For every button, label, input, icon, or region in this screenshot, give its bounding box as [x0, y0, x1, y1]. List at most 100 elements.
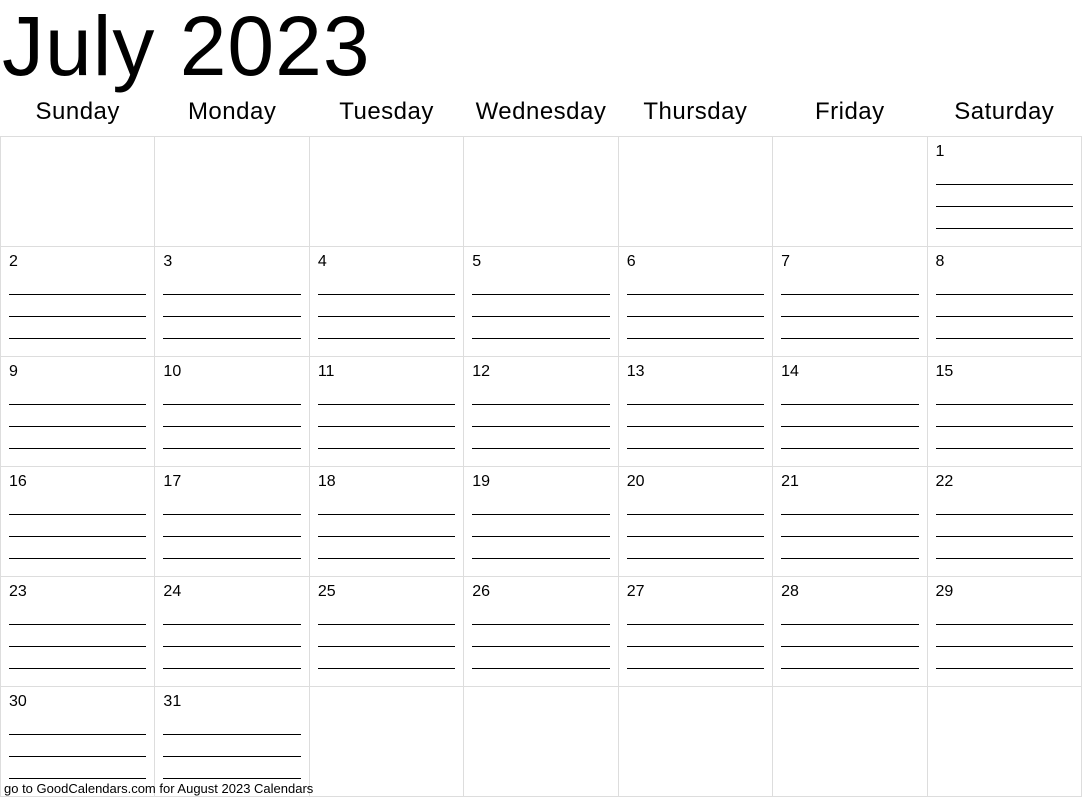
day-number: 10 — [163, 363, 300, 381]
writing-lines — [781, 273, 918, 339]
writing-lines — [318, 273, 455, 339]
calendar-week-row: 1 — [1, 137, 1082, 247]
day-number: 22 — [936, 473, 1073, 491]
calendar-day-cell: 26 — [464, 577, 618, 687]
weekday-header: Friday — [773, 92, 927, 137]
calendar-day-cell: 13 — [618, 357, 772, 467]
writing-lines — [163, 383, 300, 449]
day-number: 4 — [318, 253, 455, 271]
calendar-day-cell: 15 — [927, 357, 1081, 467]
writing-lines — [472, 273, 609, 339]
writing-lines — [936, 383, 1073, 449]
calendar-day-cell: 2 — [1, 247, 155, 357]
calendar-day-cell: 22 — [927, 467, 1081, 577]
writing-lines — [318, 493, 455, 559]
calendar-day-cell — [464, 137, 618, 247]
day-number: 20 — [627, 473, 764, 491]
calendar-day-cell: 17 — [155, 467, 309, 577]
writing-lines — [936, 493, 1073, 559]
calendar-day-cell: 3 — [155, 247, 309, 357]
writing-lines — [472, 603, 609, 669]
day-number: 17 — [163, 473, 300, 491]
day-number: 13 — [627, 363, 764, 381]
writing-lines — [627, 603, 764, 669]
calendar-day-cell: 19 — [464, 467, 618, 577]
calendar-day-cell: 24 — [155, 577, 309, 687]
day-number: 28 — [781, 583, 918, 601]
weekday-header: Sunday — [1, 92, 155, 137]
writing-lines — [936, 273, 1073, 339]
day-number: 23 — [9, 583, 146, 601]
writing-lines — [627, 493, 764, 559]
weekday-header: Wednesday — [464, 92, 618, 137]
calendar-day-cell: 14 — [773, 357, 927, 467]
calendar-day-cell — [155, 137, 309, 247]
day-number: 27 — [627, 583, 764, 601]
writing-lines — [627, 273, 764, 339]
day-number: 30 — [9, 693, 146, 711]
calendar-day-cell: 16 — [1, 467, 155, 577]
weekday-header-row: Sunday Monday Tuesday Wednesday Thursday… — [1, 92, 1082, 137]
calendar-week-row: 23 24 25 26 27 28 29 — [1, 577, 1082, 687]
writing-lines — [9, 493, 146, 559]
writing-lines — [9, 603, 146, 669]
writing-lines — [163, 713, 300, 779]
calendar-day-cell: 9 — [1, 357, 155, 467]
writing-lines — [318, 383, 455, 449]
calendar-day-cell: 18 — [309, 467, 463, 577]
calendar-day-cell — [618, 137, 772, 247]
calendar-week-row: 9 10 11 12 13 14 15 — [1, 357, 1082, 467]
day-number: 12 — [472, 363, 609, 381]
calendar-body: 1234567891011121314151617181920212223242… — [1, 137, 1082, 797]
calendar-grid: Sunday Monday Tuesday Wednesday Thursday… — [0, 92, 1082, 797]
day-number: 5 — [472, 253, 609, 271]
writing-lines — [163, 273, 300, 339]
calendar-day-cell: 25 — [309, 577, 463, 687]
calendar-day-cell — [773, 687, 927, 797]
writing-lines — [936, 163, 1073, 229]
weekday-header: Tuesday — [309, 92, 463, 137]
writing-lines — [9, 713, 146, 779]
writing-lines — [627, 383, 764, 449]
day-number: 3 — [163, 253, 300, 271]
calendar-day-cell: 1 — [927, 137, 1081, 247]
calendar-week-row: 16 17 18 19 20 21 22 — [1, 467, 1082, 577]
calendar-day-cell: 8 — [927, 247, 1081, 357]
day-number: 19 — [472, 473, 609, 491]
writing-lines — [318, 603, 455, 669]
day-number: 24 — [163, 583, 300, 601]
calendar-day-cell: 11 — [309, 357, 463, 467]
day-number: 29 — [936, 583, 1073, 601]
weekday-header: Monday — [155, 92, 309, 137]
day-number: 25 — [318, 583, 455, 601]
writing-lines — [936, 603, 1073, 669]
calendar-day-cell: 20 — [618, 467, 772, 577]
calendar-day-cell: 28 — [773, 577, 927, 687]
writing-lines — [163, 603, 300, 669]
calendar-day-cell: 29 — [927, 577, 1081, 687]
calendar-title: July 2023 — [0, 0, 1082, 92]
calendar-day-cell — [309, 687, 463, 797]
day-number: 11 — [318, 363, 455, 381]
day-number: 2 — [9, 253, 146, 271]
calendar-week-row: 2345678 — [1, 247, 1082, 357]
footer-text: go to GoodCalendars.com for August 2023 … — [4, 781, 313, 796]
day-number: 7 — [781, 253, 918, 271]
calendar-day-cell — [618, 687, 772, 797]
day-number: 18 — [318, 473, 455, 491]
weekday-header: Thursday — [618, 92, 772, 137]
writing-lines — [781, 493, 918, 559]
day-number: 21 — [781, 473, 918, 491]
day-number: 1 — [936, 143, 1073, 161]
writing-lines — [781, 603, 918, 669]
calendar-day-cell: 6 — [618, 247, 772, 357]
day-number: 6 — [627, 253, 764, 271]
day-number: 15 — [936, 363, 1073, 381]
day-number: 31 — [163, 693, 300, 711]
day-number: 14 — [781, 363, 918, 381]
calendar-day-cell: 27 — [618, 577, 772, 687]
calendar-day-cell: 23 — [1, 577, 155, 687]
calendar-day-cell — [1, 137, 155, 247]
calendar-day-cell — [309, 137, 463, 247]
writing-lines — [781, 383, 918, 449]
